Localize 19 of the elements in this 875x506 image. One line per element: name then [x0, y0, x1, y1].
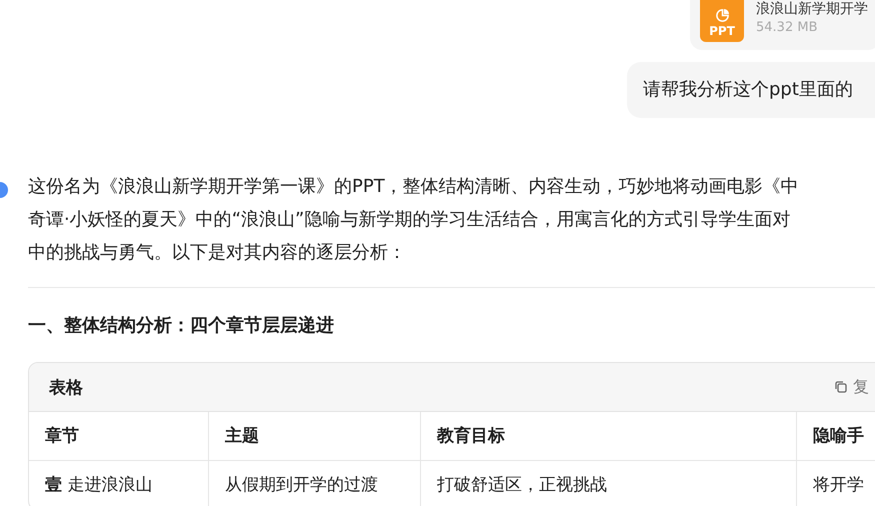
file-size: 54.32 MB [756, 19, 818, 37]
section-heading: 一、整体结构分析：四个章节层层递进 [28, 314, 335, 338]
copy-button[interactable]: 复 [834, 376, 869, 398]
file-name: 浪浪山新学期开学 [756, 0, 868, 18]
column-header: 主题 [209, 412, 421, 461]
user-message: 请帮我分析这个ppt里面的 [627, 62, 875, 118]
table-title: 表格 [49, 376, 83, 398]
pie-chart-icon [714, 8, 730, 23]
copy-icon [834, 380, 848, 394]
table-cell: 壹 走进浪浪山 [29, 461, 209, 506]
answer-paragraph: 这份名为《浪浪山新学期开学第一课》的PPT，整体结构清晰、内容生动，巧妙地将动画电影《中 奇谭·小妖怪的夏天》中的“浪浪山”隐喻与新学期的学习生活结合，用寓言化的方式引导学生面对 中的挑战与勇气。以下是对其内容的逐层分析： [28, 175, 800, 265]
table-cell: 从假期到开学的过渡 [209, 461, 421, 506]
file-type-label: PPT [709, 23, 735, 39]
table-cell: 将开学 [797, 461, 875, 506]
column-header: 隐喻手 [797, 412, 875, 461]
file-card[interactable]: PPT 浪浪山新学期开学 54.32 MB [690, 0, 875, 50]
column-header: 教育目标 [421, 412, 797, 461]
column-header: 章节 [29, 412, 209, 461]
table-cell: 打破舒适区，正视挑战 [421, 461, 797, 506]
